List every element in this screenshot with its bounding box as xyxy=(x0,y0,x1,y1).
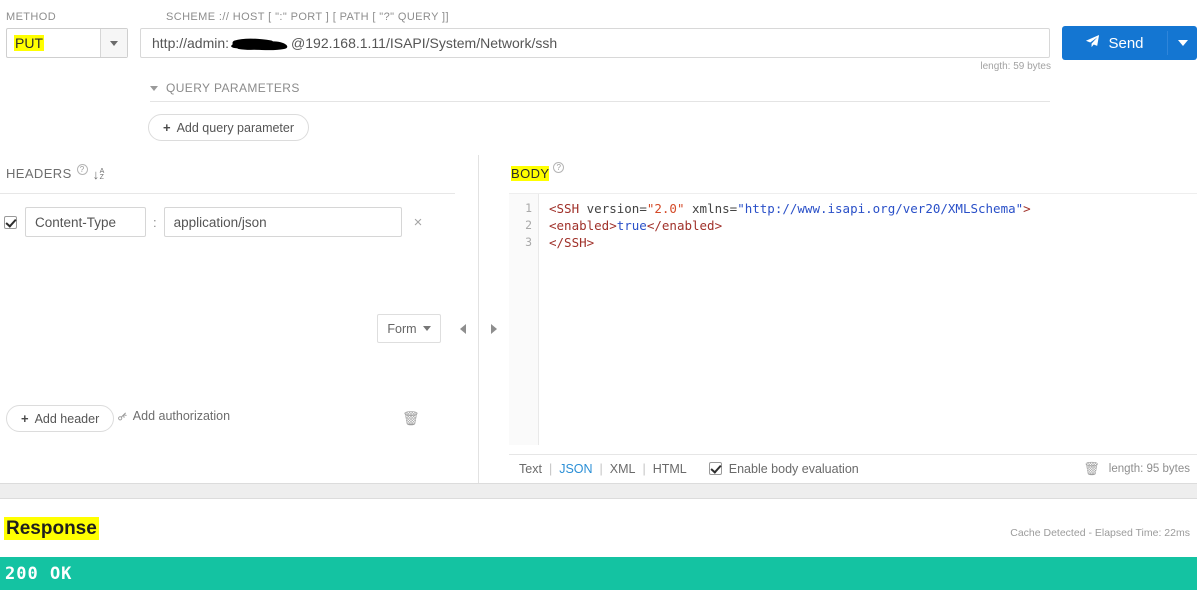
code-token: true xyxy=(617,218,647,233)
body-label: BODY xyxy=(511,166,549,181)
enable-body-evaluation-label: Enable body evaluation xyxy=(729,462,859,476)
body-format-json[interactable]: JSON xyxy=(559,462,592,476)
response-title: Response xyxy=(4,518,99,540)
question-circle-icon[interactable]: ? xyxy=(553,162,564,173)
url-caption: SCHEME :// HOST [ ":" PORT ] [ PATH [ "?… xyxy=(166,11,449,23)
code-token: version= xyxy=(587,201,647,216)
code-token: xmlns= xyxy=(685,201,738,216)
chevron-down-icon xyxy=(110,41,118,46)
code-token: <SSH xyxy=(549,201,587,216)
headers-title: HEADERS ? ↓ AZ xyxy=(6,166,105,181)
code-token: "http://www.isapi.org/ver20/XMLSchema" xyxy=(737,201,1023,216)
divider xyxy=(0,193,455,194)
format-separator: | xyxy=(642,462,645,476)
plus-icon: + xyxy=(163,120,171,135)
trash-icon[interactable]: 🗑 xyxy=(1083,461,1100,477)
add-query-parameter-label: Add query parameter xyxy=(177,121,294,135)
code-line: <SSH version="2.0" xmlns="http://www.isa… xyxy=(549,200,1197,217)
body-title: BODY ? xyxy=(511,166,564,181)
chevron-down-icon xyxy=(150,86,158,91)
query-parameters-header[interactable]: QUERY PARAMETERS xyxy=(150,81,300,95)
headers-view-mode-label: Form xyxy=(387,322,416,336)
line-number: 3 xyxy=(509,234,538,251)
enable-body-evaluation-checkbox[interactable] xyxy=(709,462,722,475)
plus-icon: + xyxy=(21,411,29,426)
url-suffix: @192.168.1.11/ISAPI/System/Network/ssh xyxy=(291,35,557,51)
body-format-tabs: Text | JSON | XML | HTML xyxy=(509,462,687,476)
pane-splitter[interactable] xyxy=(0,483,1197,499)
method-value-text: PUT xyxy=(14,35,44,51)
pane-nav-next-button[interactable] xyxy=(487,321,501,337)
chevron-down-icon xyxy=(1178,40,1188,46)
password-redaction xyxy=(229,37,291,52)
method-dropdown-toggle[interactable] xyxy=(100,29,127,57)
body-pane: BODY ? Text 1 2 3 <SSH version="2.0" xml… xyxy=(479,155,1197,483)
delete-all-headers-icon[interactable]: 🗑 xyxy=(402,410,420,427)
code-line: </SSH> xyxy=(549,234,1197,251)
question-circle-icon[interactable]: ? xyxy=(77,164,88,175)
enable-body-evaluation-toggle[interactable]: Enable body evaluation xyxy=(709,462,859,476)
send-dropdown-toggle[interactable] xyxy=(1168,26,1197,60)
add-query-parameter-button[interactable]: + Add query parameter xyxy=(148,114,309,141)
chevron-down-icon xyxy=(423,326,431,331)
body-editor-footer: Text | JSON | XML | HTML Enable body evaluatio… xyxy=(509,454,1197,482)
add-header-button[interactable]: + Add header xyxy=(6,405,114,432)
close-icon[interactable]: × xyxy=(414,215,423,230)
headers-label: HEADERS xyxy=(6,166,72,181)
request-detail-panes: HEADERS ? ↓ AZ Form Content-Type : appli… xyxy=(0,155,1197,483)
response-title-text: Response xyxy=(4,517,99,540)
divider xyxy=(150,101,1050,102)
headers-pane: HEADERS ? ↓ AZ Form Content-Type : appli… xyxy=(0,155,478,483)
header-separator: : xyxy=(153,215,157,230)
query-parameters-label: QUERY PARAMETERS xyxy=(166,81,300,95)
status-badge: 200 OK xyxy=(0,564,72,584)
method-select[interactable]: PUT xyxy=(6,28,128,58)
add-authorization-button[interactable]: ⚷ Add authorization xyxy=(118,409,230,423)
chevron-right-icon xyxy=(491,324,497,334)
add-header-label: Add header xyxy=(35,412,100,426)
line-number: 1 xyxy=(509,200,538,217)
body-format-text[interactable]: Text xyxy=(519,462,542,476)
code-line: <enabled>true</enabled> xyxy=(549,217,1197,234)
paper-plane-icon xyxy=(1085,34,1100,53)
response-section: Response Cache Detected - Elapsed Time: … xyxy=(0,499,1197,591)
body-editor[interactable]: 1 2 3 <SSH version="2.0" xmlns="http://w… xyxy=(509,193,1197,445)
table-row: Content-Type : application/json × xyxy=(0,207,460,237)
request-bar: METHOD SCHEME :// HOST [ ":" PORT ] [ PA… xyxy=(0,0,1197,70)
body-length-label: length: 95 bytes xyxy=(1109,463,1190,475)
method-caption: METHOD xyxy=(6,11,56,23)
send-button-main[interactable]: Send xyxy=(1062,26,1167,60)
line-number: 2 xyxy=(509,217,538,234)
code-token: > xyxy=(1023,201,1031,216)
response-status-bar: 200 OK xyxy=(0,557,1197,590)
key-icon: ⚷ xyxy=(114,408,130,424)
format-separator: | xyxy=(600,462,603,476)
body-format-xml[interactable]: XML xyxy=(610,462,636,476)
line-number-gutter: 1 2 3 xyxy=(509,194,539,445)
code-token: </SSH> xyxy=(549,235,594,250)
sort-alpha-icon[interactable]: ↓ AZ xyxy=(93,169,105,181)
header-value-input[interactable]: application/json xyxy=(164,207,402,237)
send-button[interactable]: Send xyxy=(1062,26,1197,60)
add-authorization-label: Add authorization xyxy=(133,409,230,423)
url-length-label: length: 59 bytes xyxy=(980,61,1051,72)
response-meta: Cache Detected - Elapsed Time: 22ms xyxy=(1010,527,1190,539)
pane-nav-prev-button[interactable] xyxy=(456,321,470,337)
url-prefix: http://admin: xyxy=(152,35,229,51)
body-code-content[interactable]: <SSH version="2.0" xmlns="http://www.isa… xyxy=(540,194,1197,445)
code-token: </enabled> xyxy=(647,218,722,233)
body-format-html[interactable]: HTML xyxy=(653,462,687,476)
method-value: PUT xyxy=(7,29,100,57)
rest-client-window: METHOD SCHEME :// HOST [ ":" PORT ] [ PA… xyxy=(0,0,1197,591)
headers-view-mode-select[interactable]: Form xyxy=(377,314,441,343)
url-input[interactable]: http://admin: @192.168.1.11/ISAPI/System… xyxy=(140,28,1050,58)
code-token: "2.0" xyxy=(647,201,685,216)
header-name-input[interactable]: Content-Type xyxy=(25,207,146,237)
body-footer-right: 🗑 length: 95 bytes xyxy=(1083,461,1197,477)
chevron-left-icon xyxy=(460,324,466,334)
code-token: <enabled> xyxy=(549,218,617,233)
format-separator: | xyxy=(549,462,552,476)
header-enabled-checkbox[interactable] xyxy=(4,216,17,229)
send-button-label: Send xyxy=(1108,35,1143,52)
